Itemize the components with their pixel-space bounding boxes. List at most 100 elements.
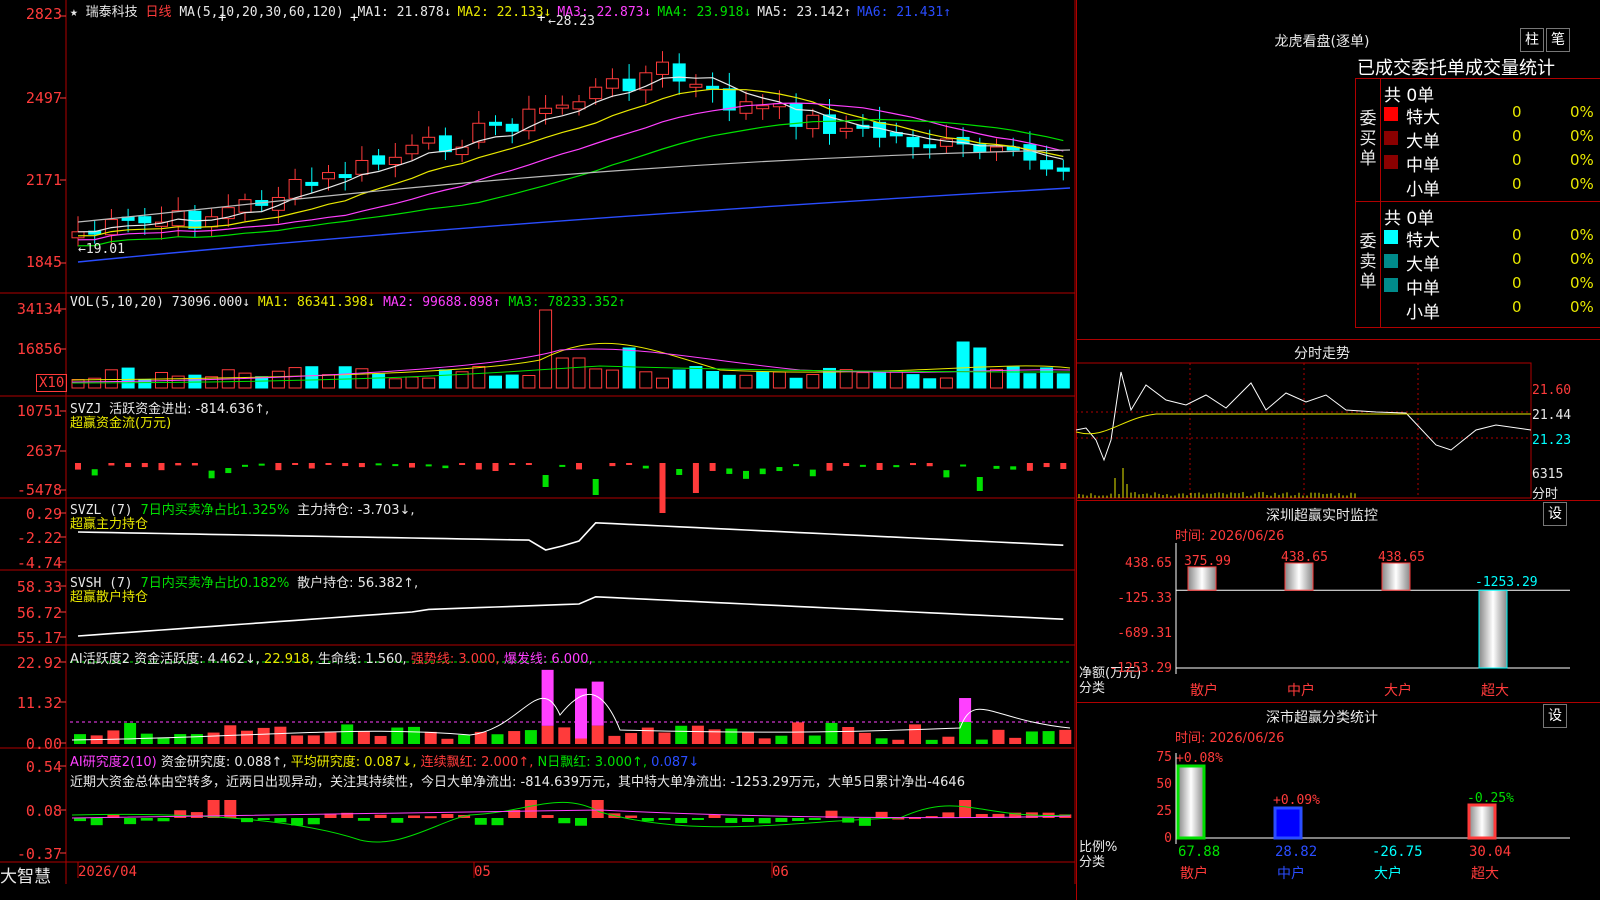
fund-bar bbox=[409, 463, 415, 468]
vol-bar bbox=[722, 374, 736, 389]
cls-bar bbox=[1273, 806, 1303, 840]
air-y: 0.54 bbox=[25, 758, 62, 776]
fund-bar bbox=[242, 464, 248, 467]
activity-bar bbox=[1025, 731, 1038, 744]
fund-bar bbox=[442, 465, 449, 469]
brand-label[interactable]: 大智慧 bbox=[0, 862, 51, 887]
fund-bar bbox=[258, 463, 265, 466]
ma-line bbox=[77, 102, 1064, 241]
vol-bar bbox=[889, 370, 903, 389]
ma-values: MA1: 21.878↓ MA2: 22.133↓ MA3: 22.873↓ MA4:… bbox=[352, 5, 952, 20]
candle-body bbox=[572, 101, 586, 110]
activity-bar bbox=[825, 722, 838, 744]
research-bar bbox=[641, 818, 654, 822]
fund-bar bbox=[475, 463, 482, 470]
candle-body bbox=[188, 210, 202, 229]
candle-body bbox=[739, 101, 753, 114]
vol-bar bbox=[472, 365, 486, 389]
research-bar bbox=[408, 815, 420, 818]
candle-body bbox=[539, 107, 553, 114]
candle-body bbox=[322, 172, 335, 180]
candle-body bbox=[923, 144, 937, 149]
candle-body bbox=[71, 231, 85, 239]
fund-bar bbox=[793, 464, 800, 467]
research-bar bbox=[374, 814, 387, 818]
mon-category: 散户 bbox=[1190, 682, 1218, 699]
vol-bar bbox=[121, 367, 135, 389]
fund-bar bbox=[576, 463, 582, 470]
fund-bar bbox=[592, 479, 599, 495]
fund-bar bbox=[559, 464, 566, 467]
activity-bar bbox=[892, 739, 905, 744]
research-bar bbox=[575, 818, 587, 826]
stock-name[interactable]: 瑞泰科技 bbox=[86, 5, 138, 20]
fund-bar bbox=[910, 463, 916, 466]
activity-bar bbox=[942, 736, 955, 744]
fund-bar bbox=[960, 464, 967, 467]
fund-bar bbox=[542, 475, 549, 487]
activity-bar bbox=[1059, 729, 1072, 744]
mon-y-label: 438.65 bbox=[1125, 556, 1172, 571]
activity-bar bbox=[341, 724, 354, 744]
research-bar bbox=[541, 815, 554, 818]
fund-bar bbox=[91, 469, 98, 476]
period-label[interactable]: 日线 bbox=[146, 5, 172, 20]
cls-category: 中户 bbox=[1277, 865, 1305, 882]
candle-body bbox=[555, 104, 569, 109]
candle-body bbox=[422, 136, 436, 144]
low-price-label: ←19.01 bbox=[78, 242, 125, 257]
cls-category: 超大 bbox=[1471, 866, 1499, 882]
fund-bar bbox=[292, 463, 299, 465]
svzl-y: -4.74 bbox=[16, 554, 62, 572]
candle-body bbox=[388, 156, 402, 165]
activity-bar bbox=[74, 734, 86, 744]
activity-bar bbox=[842, 726, 855, 744]
activity-bar bbox=[808, 735, 821, 744]
activity-bar bbox=[357, 731, 370, 744]
research-bar bbox=[357, 818, 370, 821]
vol-bar bbox=[589, 368, 603, 389]
vol-bar bbox=[1040, 367, 1054, 389]
fund-bar bbox=[375, 463, 382, 466]
cls-bar bbox=[1467, 803, 1497, 840]
candle-body bbox=[505, 123, 519, 132]
activity-bar bbox=[742, 731, 754, 744]
candle-body bbox=[305, 181, 319, 186]
vol-bar bbox=[806, 374, 820, 389]
mon-category: 大户 bbox=[1384, 682, 1412, 699]
fund-bar bbox=[358, 463, 365, 468]
activity-bar bbox=[691, 725, 704, 744]
candle-body bbox=[605, 78, 619, 89]
vol-bar bbox=[789, 377, 803, 389]
candle-body bbox=[906, 136, 920, 148]
fund-bar bbox=[926, 463, 933, 467]
activity-bar bbox=[608, 735, 621, 744]
svzj-y: 2637 bbox=[25, 442, 62, 460]
research-bar bbox=[424, 816, 437, 819]
candle-body bbox=[355, 159, 369, 175]
fund-bar bbox=[776, 467, 783, 472]
research-bar bbox=[959, 800, 972, 818]
activity-bar bbox=[675, 725, 688, 744]
research-bar bbox=[474, 818, 487, 825]
cls-category: 散户 bbox=[1180, 865, 1208, 882]
candle-body bbox=[622, 78, 636, 92]
cls-value: 30.04 bbox=[1469, 844, 1511, 860]
fund-bar bbox=[525, 463, 532, 465]
vol-bar bbox=[689, 366, 703, 389]
date-label: 06 bbox=[772, 864, 789, 880]
activity-bar bbox=[391, 727, 404, 744]
mon-value: 375.99 bbox=[1184, 554, 1231, 569]
fund-bar bbox=[893, 465, 900, 468]
favorite-star-icon[interactable]: ★ bbox=[70, 5, 78, 20]
fund-bar bbox=[158, 463, 165, 471]
candle-body bbox=[138, 216, 152, 224]
y-label: 2497 bbox=[25, 89, 62, 107]
candle-body bbox=[205, 216, 219, 228]
vol-bar bbox=[288, 367, 302, 389]
activity-bar bbox=[241, 730, 253, 744]
research-bar bbox=[307, 818, 320, 825]
fund-bar bbox=[275, 463, 282, 471]
cls-y-label: 75 bbox=[1156, 750, 1172, 765]
activity-bar bbox=[374, 735, 387, 744]
